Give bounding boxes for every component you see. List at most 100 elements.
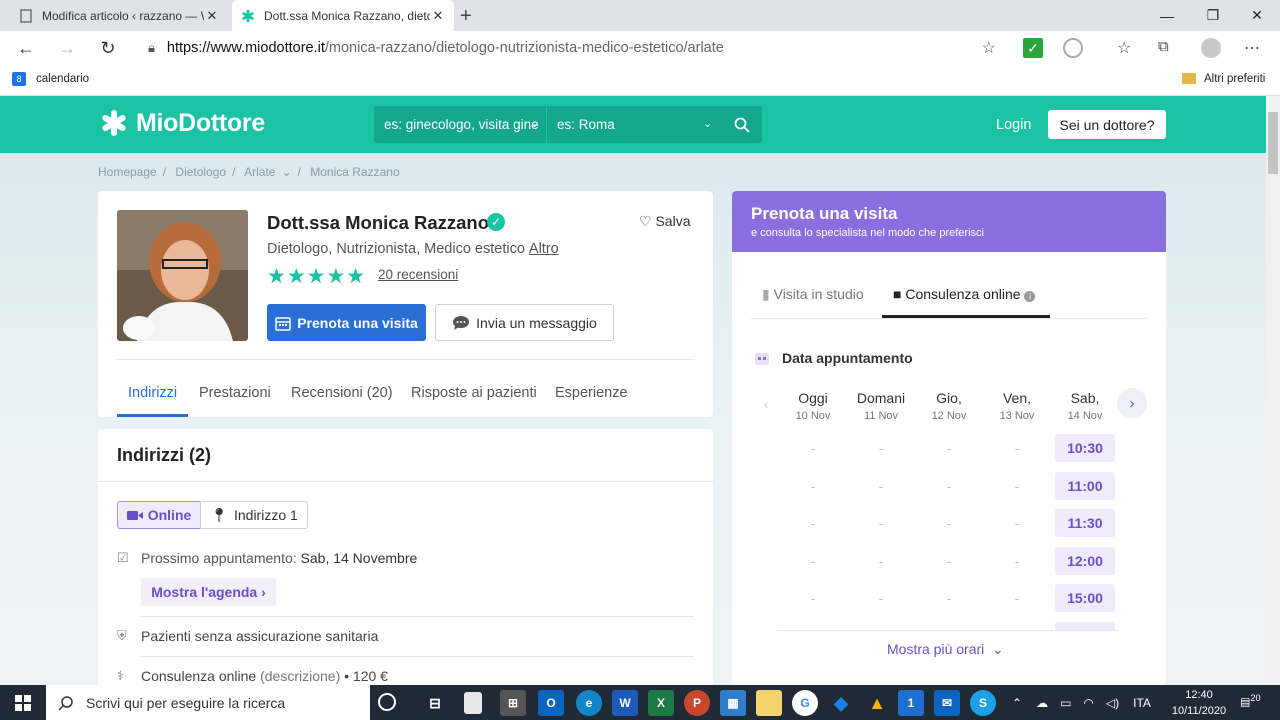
close-icon[interactable]: ✕ [430, 8, 446, 24]
day-column-thu: Gio, 12 Nov [931, 390, 967, 422]
profile-avatar[interactable] [1201, 38, 1221, 58]
taskbar-search-input[interactable]: Scrivi qui per eseguire la ricerca [46, 685, 370, 720]
scrollbar-thumb[interactable] [1268, 112, 1278, 174]
battery-icon[interactable]: ▭ [1060, 696, 1071, 710]
time-slot[interactable]: 12:00 [1055, 547, 1115, 575]
minimize-icon[interactable]: — [1144, 0, 1190, 31]
checkmark-extension-icon[interactable]: ✓ [1023, 38, 1043, 58]
volume-icon[interactable]: ◁) [1106, 696, 1119, 710]
no-slot: - [810, 479, 816, 494]
next-days-icon[interactable]: › [1117, 388, 1147, 418]
tab-miodottore[interactable]: Dott.ssa Monica Razzano, dietolo ✕ [232, 0, 454, 31]
windows-start-icon[interactable] [0, 685, 45, 720]
address-1-segment[interactable]: 📍︎ Indirizzo 1 [200, 501, 308, 529]
dropbox-icon[interactable]: ◆ [828, 690, 854, 716]
store-icon[interactable]: ⊞ [500, 690, 526, 716]
info-icon[interactable]: i [1024, 291, 1036, 302]
time-slot[interactable]: 10:30 [1055, 434, 1115, 462]
search-icon [734, 117, 750, 133]
more-specialties-link[interactable]: Altro [529, 241, 559, 257]
tab-indirizzi[interactable]: Indirizzi [128, 385, 177, 401]
more-options-icon[interactable]: ⋯ [1244, 38, 1264, 58]
extension-icon[interactable] [1063, 38, 1083, 58]
time-slot[interactable]: 15:00 [1055, 584, 1115, 612]
no-slot: - [810, 441, 816, 456]
send-message-button[interactable]: Invia un messaggio [435, 304, 614, 341]
sticky-notes-icon[interactable] [756, 690, 782, 716]
bookmark-calendario[interactable]: calendario [36, 73, 89, 85]
chrome-icon[interactable]: G [792, 690, 818, 716]
show-more-times-link[interactable]: Mostra più orari ⌄ [887, 641, 1004, 658]
are-you-doctor-button[interactable]: Sei un dottore? [1048, 110, 1166, 139]
bookmark-other-favorites[interactable]: Altri preferiti [1204, 73, 1265, 85]
tab-online-consult[interactable]: ■ Consulenza online i [893, 286, 1036, 302]
address-bar[interactable]: 🔒︎ https://www.miodottore.it/monica-razz… [134, 34, 1008, 62]
tab-esperienze[interactable]: Esperienze [555, 385, 628, 401]
tab-wordpress[interactable]: Modifica articolo ‹ razzano — W ✕ [10, 0, 228, 31]
online-segment[interactable]: Online [117, 501, 201, 529]
notifications-icon[interactable]: ▤20 [1240, 693, 1261, 709]
notepad-icon[interactable] [464, 692, 482, 714]
tab-title: Modifica articolo ‹ razzano — W [42, 8, 204, 23]
tab-prestazioni[interactable]: Prestazioni [199, 385, 271, 401]
wifi-icon[interactable]: ◠ [1083, 696, 1093, 710]
calculator-icon[interactable]: ▦ [720, 690, 746, 716]
calendar-icon [755, 353, 769, 365]
back-icon[interactable]: ← [8, 31, 44, 66]
reviews-link[interactable]: 20 recensioni [378, 267, 458, 282]
no-slot: - [810, 554, 816, 569]
specialty-search-input[interactable]: es: ginecologo, visita gine [374, 106, 546, 143]
calendar-check-icon: ☑ [117, 550, 129, 565]
no-slot: - [946, 516, 952, 531]
edge-icon[interactable]: e [576, 690, 602, 716]
favorites-icon[interactable]: ☆ [1117, 38, 1137, 58]
search-button[interactable] [721, 106, 762, 143]
previous-days-icon[interactable]: ‹ [751, 389, 781, 419]
taskbar-clock[interactable]: 12:40 10/11/2020 [1168, 687, 1230, 719]
next-appointment-row: ☑ Prossimo appuntamento: Sab, 14 Novembr… [117, 550, 418, 566]
maximize-icon[interactable]: ❐ [1190, 0, 1236, 31]
new-tab-icon[interactable]: + [460, 5, 472, 28]
tab-risposte[interactable]: Risposte ai pazienti [411, 385, 537, 401]
outlook-icon[interactable]: O [538, 690, 564, 716]
miodottore-logo[interactable]: MioDottore [98, 108, 265, 138]
refresh-icon[interactable]: ↻ [90, 31, 126, 66]
page-scrollbar[interactable] [1266, 96, 1280, 685]
insurance-row: ⛨ Pazienti senza assicurazione sanitaria [117, 628, 379, 644]
chevron-down-icon: ⌄ [992, 641, 1004, 657]
cortana-icon[interactable] [378, 693, 396, 711]
excel-icon[interactable]: X [648, 690, 674, 716]
task-view-icon[interactable]: ⊟ [422, 690, 448, 716]
calendar-app-icon[interactable]: 1 [898, 690, 924, 716]
time-slot[interactable]: 11:00 [1055, 472, 1115, 500]
close-window-icon[interactable]: ✕ [1234, 0, 1280, 31]
skype-icon[interactable]: S [970, 690, 996, 716]
tab-visit-in-office[interactable]: ▮ Visita in studio [762, 286, 864, 303]
powerpoint-icon[interactable]: P [684, 690, 710, 716]
time-slot[interactable]: 11:30 [1055, 509, 1115, 537]
word-icon[interactable]: W [612, 690, 638, 716]
active-tab-indicator [117, 414, 188, 417]
description-link[interactable]: (descrizione) [260, 668, 340, 684]
google-drive-icon[interactable]: ▲ [864, 690, 890, 716]
login-link[interactable]: Login [996, 117, 1031, 133]
chevron-up-icon[interactable]: ⌃ [1012, 696, 1022, 710]
logo-mark-icon [102, 110, 126, 136]
show-agenda-button[interactable]: Mostra l'agenda › [141, 578, 276, 606]
save-button[interactable]: ♡ Salva [639, 213, 690, 230]
favorite-star-icon[interactable]: ☆ [982, 38, 996, 58]
breadcrumb-arlate[interactable]: Arlate [244, 165, 275, 179]
divider [141, 616, 694, 617]
close-icon[interactable]: ✕ [204, 8, 220, 24]
city-search-input[interactable]: es: Roma [547, 106, 721, 143]
language-indicator[interactable]: ITA [1133, 696, 1151, 710]
onedrive-icon[interactable]: ☁ [1036, 696, 1048, 710]
page-icon [18, 8, 34, 24]
book-visit-button[interactable]: Prenota una visita [267, 304, 426, 341]
breadcrumb-home[interactable]: Homepage [98, 165, 157, 179]
mail-icon[interactable]: ✉ [934, 690, 960, 716]
tab-recensioni[interactable]: Recensioni (20) [291, 385, 393, 401]
breadcrumb-dietologo[interactable]: Dietologo [175, 165, 226, 179]
forward-icon[interactable]: → [49, 31, 85, 66]
collections-icon[interactable]: ⧉ [1158, 38, 1178, 58]
